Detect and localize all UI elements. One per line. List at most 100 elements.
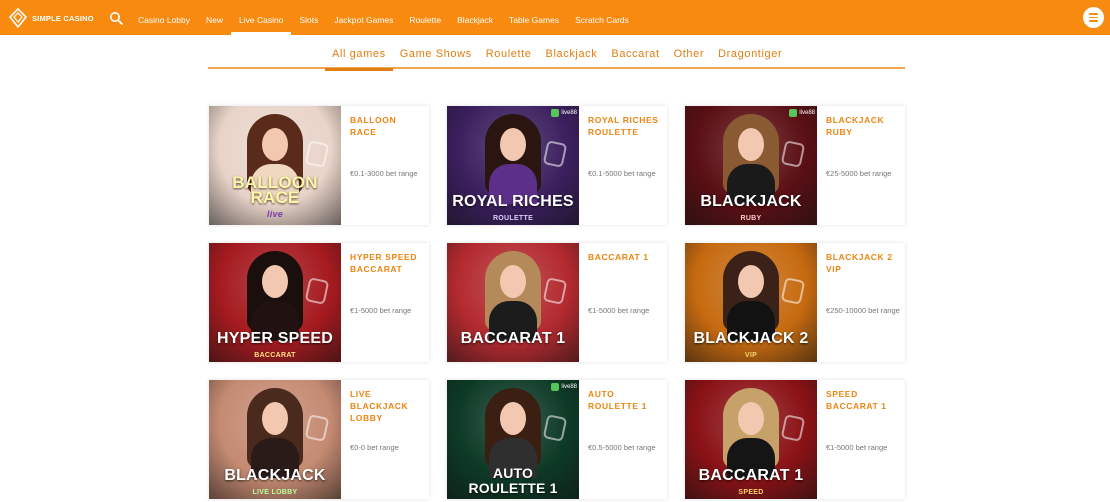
tab-blackjack[interactable]: Blackjack (539, 47, 605, 69)
game-thumbnail[interactable]: BLACKJACK 2 VIP (685, 243, 817, 362)
game-title[interactable]: AUTO ROULETTE 1 (588, 388, 663, 412)
dealer-image (485, 388, 541, 478)
hamburger-menu-icon[interactable] (1083, 7, 1104, 28)
game-thumbnail[interactable]: live88 ROYAL RICHES ROULETTE (447, 106, 579, 225)
game-thumbnail[interactable]: BLACKJACK LIVE LOBBY (209, 380, 341, 499)
game-thumbnail[interactable]: BALLOON RACE live (209, 106, 341, 225)
game-logo-text: BLACKJACK 2 (693, 330, 809, 347)
card-symbol-icon (780, 277, 806, 305)
game-card[interactable]: BALLOON RACE live BALLOON RACE €0.1-3000 be… (209, 106, 429, 225)
dealer-image (485, 251, 541, 341)
dealer-image (723, 251, 779, 341)
game-title[interactable]: BLACKJACK 2 VIP (826, 251, 901, 275)
dealer-image (723, 114, 779, 204)
tab-game-shows[interactable]: Game Shows (393, 47, 479, 69)
game-info: BALLOON RACE €0.1-3000 bet range (341, 106, 429, 225)
main-nav: Casino Lobby New Live Casino Slots Jackpot G… (130, 0, 637, 35)
game-thumbnail[interactable]: BACCARAT 1 SPEED (685, 380, 817, 499)
game-logo-text: BLACKJACK (224, 467, 326, 484)
game-title[interactable]: HYPER SPEED BACCARAT (350, 251, 425, 275)
nav-item-roulette[interactable]: Roulette (401, 0, 449, 35)
game-card[interactable]: BLACKJACK LIVE LOBBY LIVE BLACKJACK LOBBY €… (209, 380, 429, 499)
bet-range: €0-0 bet range (350, 443, 399, 452)
card-symbol-icon (304, 414, 330, 442)
bet-range: €0.1-5000 bet range (588, 169, 656, 178)
game-logo-subtitle: VIP (744, 352, 758, 359)
tab-roulette[interactable]: Roulette (479, 47, 539, 69)
category-tabs: All games Game Shows Roulette Blackjack Bacc… (208, 42, 905, 71)
game-card[interactable]: live88 ROYAL RICHES ROULETTE ROYAL RICHES R… (447, 106, 667, 225)
bet-range: €1-5000 bet range (588, 306, 650, 315)
game-logo-text: BACCARAT 1 (460, 330, 566, 347)
bet-range: €250-10000 bet range (826, 306, 900, 315)
nav-item-jackpot-games[interactable]: Jackpot Games (326, 0, 401, 35)
nav-item-scratch-cards[interactable]: Scratch Cards (567, 0, 637, 35)
game-thumbnail[interactable]: BACCARAT 1 (447, 243, 579, 362)
game-info: BACCARAT 1 €1-5000 bet range (579, 243, 667, 362)
game-logo-text: BACCARAT 1 (698, 467, 804, 484)
card-symbol-icon (780, 140, 806, 168)
game-logo-text: ROYAL RICHES (452, 193, 574, 210)
game-card[interactable]: BLACKJACK 2 VIP BLACKJACK 2 VIP €250-10000 … (685, 243, 905, 362)
game-thumbnail[interactable]: live88 BLACKJACK RUBY (685, 106, 817, 225)
game-title[interactable]: BALLOON RACE (350, 114, 425, 138)
card-symbol-icon (542, 140, 568, 168)
tab-other[interactable]: Other (667, 47, 712, 69)
bet-range: €1-5000 bet range (350, 306, 412, 315)
provider-badge: live88 (789, 109, 815, 117)
nav-item-slots[interactable]: Slots (291, 0, 326, 35)
game-title[interactable]: BLACKJACK RUBY (826, 114, 901, 138)
nav-item-new[interactable]: New (198, 0, 231, 35)
card-symbol-icon (304, 140, 330, 168)
top-bar: SIMPLE CASINO Casino Lobby New Live Casino… (0, 0, 1110, 35)
dealer-image (247, 388, 303, 478)
game-card[interactable]: HYPER SPEED BACCARAT HYPER SPEED BACCARAT €… (209, 243, 429, 362)
game-card[interactable]: live88 AUTO ROULETTE 1 AUTO ROULETTE 1 €0.5… (447, 380, 667, 499)
provider-badge-text: live88 (561, 110, 577, 116)
nav-item-casino-lobby[interactable]: Casino Lobby (130, 0, 198, 35)
game-info: SPEED BACCARAT 1 €1-5000 bet range (817, 380, 905, 499)
dealer-image (485, 114, 541, 204)
provider-badge-text: live88 (561, 384, 577, 390)
game-logo-text: HYPER SPEED (216, 330, 333, 347)
game-card[interactable]: BACCARAT 1 SPEED SPEED BACCARAT 1 €1-5000 b… (685, 380, 905, 499)
game-logo-text: AUTO ROULETTE 1 (468, 465, 558, 496)
game-title[interactable]: SPEED BACCARAT 1 (826, 388, 901, 412)
game-info: LIVE BLACKJACK LOBBY €0-0 bet range (341, 380, 429, 499)
search-icon[interactable] (109, 11, 123, 25)
bet-range: €0.1-3000 bet range (350, 169, 418, 178)
game-info: ROYAL RICHES ROULETTE €0.1-5000 bet range (579, 106, 667, 225)
tab-baccarat[interactable]: Baccarat (604, 47, 666, 69)
card-symbol-icon (780, 414, 806, 442)
nav-item-table-games[interactable]: Table Games (501, 0, 567, 35)
card-symbol-icon (304, 277, 330, 305)
game-card[interactable]: live88 BLACKJACK RUBY BLACKJACK RUBY €25-500… (685, 106, 905, 225)
game-logo-text: BALLOON RACE (232, 173, 318, 207)
logo[interactable]: SIMPLE CASINO (8, 8, 94, 28)
game-grid: BALLOON RACE live BALLOON RACE €0.1-3000 be… (209, 106, 905, 499)
game-info: HYPER SPEED BACCARAT €1-5000 bet range (341, 243, 429, 362)
nav-item-blackjack[interactable]: Blackjack (449, 0, 501, 35)
game-title[interactable]: ROYAL RICHES ROULETTE (588, 114, 663, 138)
game-logo-subtitle: LIVE LOBBY (252, 489, 298, 496)
game-info: BLACKJACK 2 VIP €250-10000 bet range (817, 243, 905, 362)
game-logo-subtitle: SPEED (738, 489, 764, 496)
game-title[interactable]: BACCARAT 1 (588, 251, 663, 263)
game-title[interactable]: LIVE BLACKJACK LOBBY (350, 388, 425, 424)
game-thumbnail[interactable]: live88 AUTO ROULETTE 1 (447, 380, 579, 499)
bet-range: €25-5000 bet range (826, 169, 892, 178)
nav-item-live-casino[interactable]: Live Casino (231, 0, 292, 35)
tab-all-games[interactable]: All games (325, 47, 393, 71)
game-thumbnail[interactable]: HYPER SPEED BACCARAT (209, 243, 341, 362)
card-symbol-icon (542, 414, 568, 442)
tab-dragontiger[interactable]: Dragontiger (711, 47, 789, 69)
game-info: AUTO ROULETTE 1 €0.5-5000 bet range (579, 380, 667, 499)
dealer-image (723, 388, 779, 478)
game-card[interactable]: BACCARAT 1 BACCARAT 1 €1-5000 bet range (447, 243, 667, 362)
provider-badge: live88 (551, 109, 577, 117)
logo-text: SIMPLE CASINO (32, 13, 94, 23)
card-symbol-icon (542, 277, 568, 305)
game-logo-subtitle: BACCARAT (254, 352, 296, 359)
game-logo-subtitle: live (266, 209, 284, 219)
provider-badge-text: live88 (799, 110, 815, 116)
